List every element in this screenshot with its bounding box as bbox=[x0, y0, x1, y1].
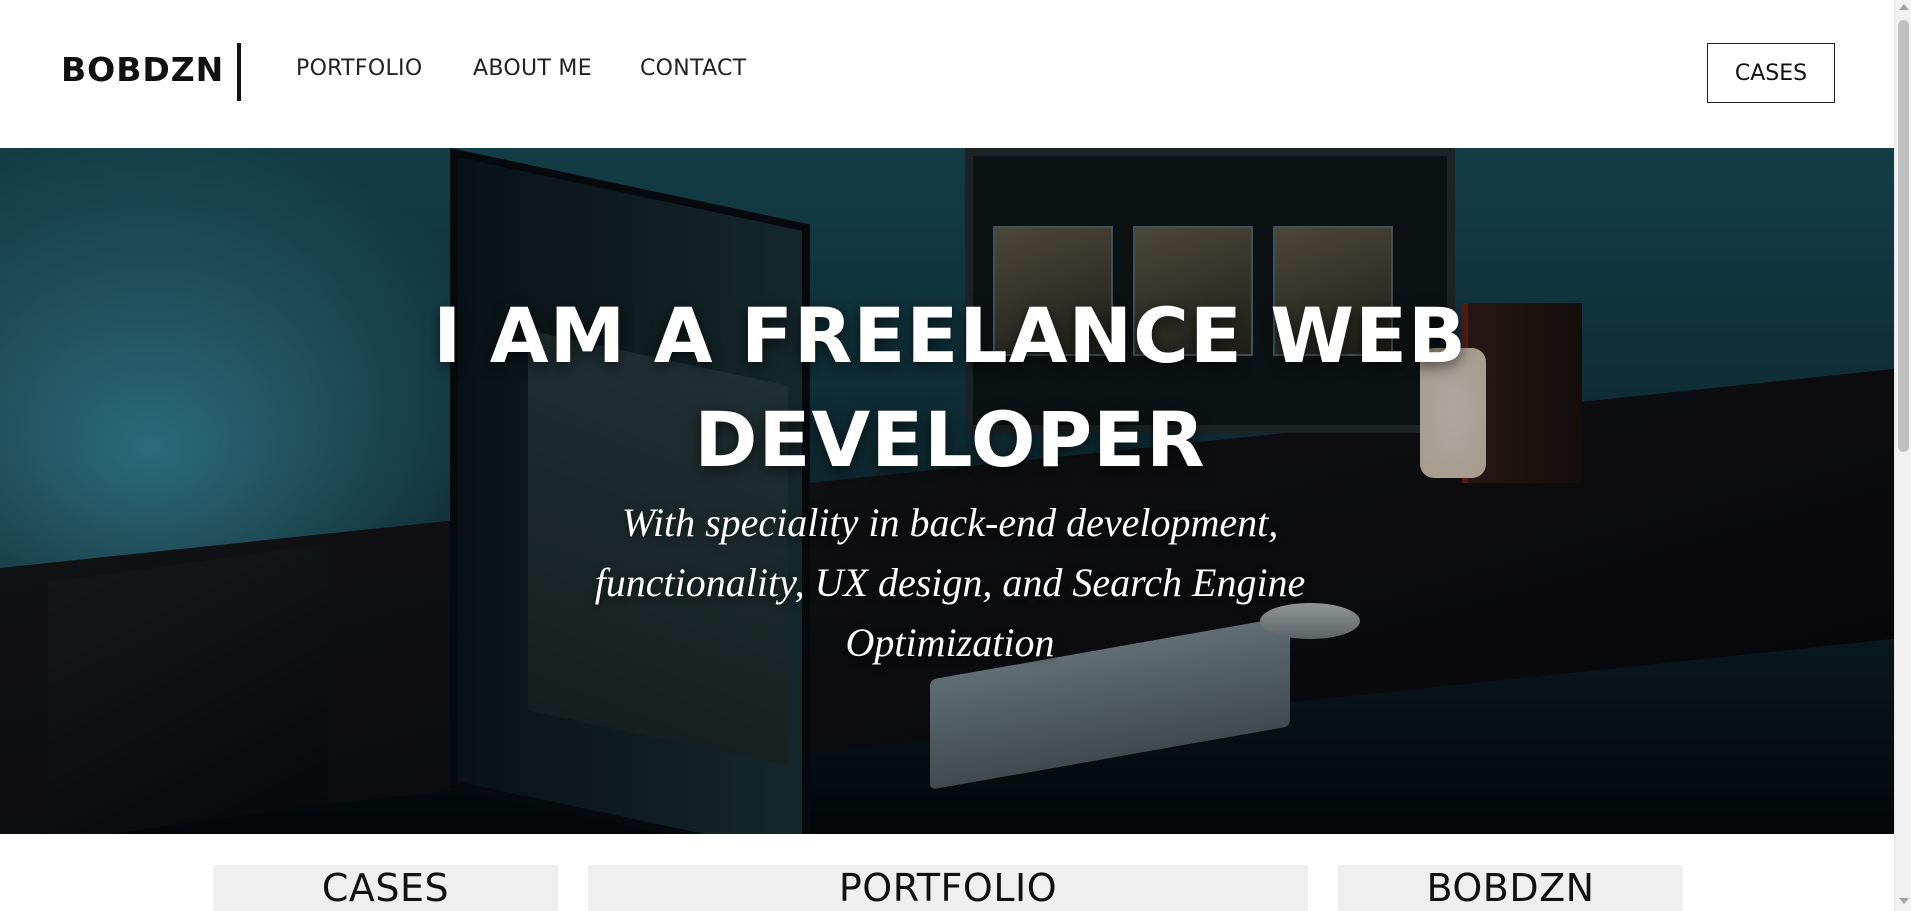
card-cases-label: CASES bbox=[321, 866, 450, 910]
hero-title: I AM A FREELANCE WEB DEVELOPER bbox=[340, 284, 1560, 492]
brand-logo[interactable]: BOBDZN bbox=[61, 50, 224, 89]
scroll-up-arrow-icon[interactable] bbox=[1899, 4, 1909, 10]
card-cases[interactable]: CASES bbox=[213, 865, 558, 911]
card-portfolio-label: PORTFOLIO bbox=[838, 866, 1058, 910]
hero-title-line-1: I AM A FREELANCE WEB bbox=[433, 291, 1467, 380]
brand-divider bbox=[237, 43, 241, 101]
cases-button[interactable]: CASES bbox=[1707, 43, 1835, 103]
nav-link-about-me[interactable]: ABOUT ME bbox=[473, 56, 592, 81]
nav-link-contact[interactable]: CONTACT bbox=[640, 56, 746, 81]
hero-title-line-2: DEVELOPER bbox=[694, 395, 1206, 484]
nav-link-portfolio[interactable]: PORTFOLIO bbox=[296, 56, 422, 81]
card-bobdzn[interactable]: BOBDZN bbox=[1338, 865, 1683, 911]
hero-subtitle: With speciality in back-end development,… bbox=[594, 500, 1306, 665]
card-bobdzn-label: BOBDZN bbox=[1426, 866, 1595, 910]
scroll-down-arrow-icon[interactable] bbox=[1899, 898, 1909, 904]
hero-banner: I AM A FREELANCE WEB DEVELOPER With spec… bbox=[0, 148, 1894, 834]
scrollbar-thumb[interactable] bbox=[1898, 20, 1909, 452]
card-portfolio[interactable]: PORTFOLIO bbox=[588, 865, 1308, 911]
page-scrollbar[interactable] bbox=[1894, 0, 1911, 911]
site-header: BOBDZN PORTFOLIO ABOUT ME CONTACT CASES bbox=[0, 0, 1894, 148]
